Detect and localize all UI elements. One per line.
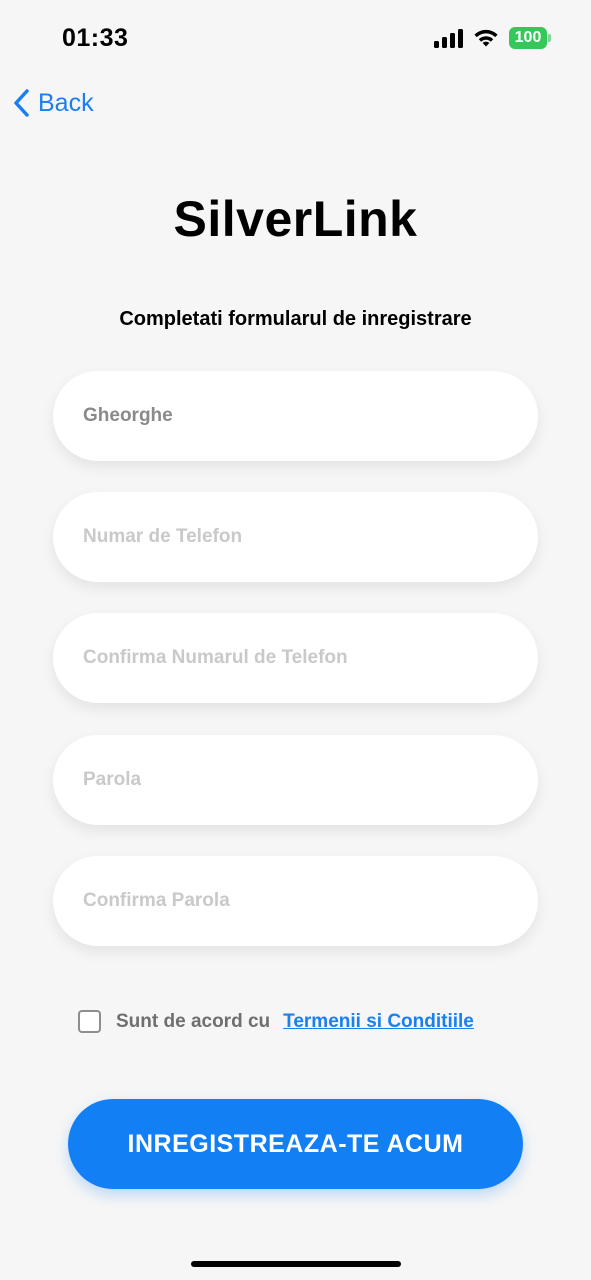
back-button[interactable]: Back — [12, 88, 94, 118]
first-name-input[interactable] — [83, 405, 538, 427]
phone-input[interactable] — [83, 526, 538, 548]
status-time: 01:33 — [62, 24, 129, 52]
form-subtitle: Completati formularul de inregistrare — [119, 308, 472, 330]
terms-checkbox[interactable] — [78, 1010, 101, 1033]
terms-text: Sunt de acord cu — [116, 1010, 271, 1032]
terms-link[interactable]: Termenii si Conditiile — [283, 1011, 474, 1033]
first-name-field[interactable] — [53, 371, 538, 461]
app-title: SilverLink — [173, 191, 418, 247]
confirm-phone-field[interactable] — [53, 613, 538, 703]
back-label: Back — [38, 88, 94, 117]
battery-level: 100 — [509, 27, 547, 49]
confirm-phone-input[interactable] — [83, 647, 538, 669]
wifi-icon — [474, 29, 498, 47]
password-field[interactable] — [53, 735, 538, 825]
home-indicator — [191, 1261, 401, 1267]
confirm-password-field[interactable] — [53, 856, 538, 946]
confirm-password-input[interactable] — [83, 890, 538, 912]
status-icons: 100 — [434, 27, 551, 49]
register-button[interactable]: INREGISTREAZA-TE ACUM — [68, 1099, 523, 1189]
chevron-left-icon — [14, 89, 29, 117]
battery-icon: 100 — [509, 27, 551, 49]
terms-row: Sunt de acord cu Termenii si Conditiile — [78, 1010, 474, 1033]
phone-field[interactable] — [53, 492, 538, 582]
signal-icon — [434, 28, 463, 48]
password-input[interactable] — [83, 769, 538, 791]
